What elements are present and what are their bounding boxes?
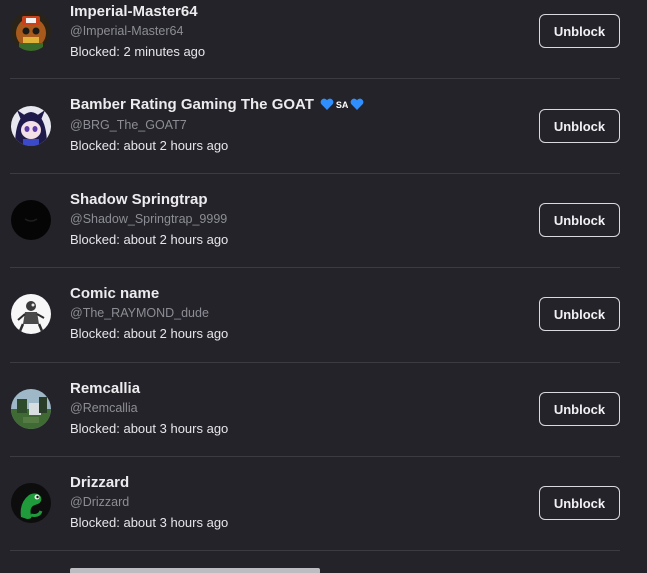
green-lizard-avatar-icon[interactable]: [11, 483, 51, 523]
blocked-user-row: Drizzard @Drizzard Blocked: about 3 hour…: [0, 457, 647, 551]
blocked-user-row: Shadow Springtrap @Shadow_Springtrap_999…: [0, 174, 647, 268]
unblock-button[interactable]: Unblock: [539, 203, 620, 237]
blocked-user-row: Imperial-Master64 @Imperial-Master64 Blo…: [0, 0, 647, 78]
blocked-time: Blocked: 2 minutes ago: [70, 44, 206, 59]
display-name[interactable]: Shadow Springtrap: [70, 191, 208, 208]
display-name[interactable]: Bamber Rating Gaming The GOAT: [70, 96, 314, 113]
username: @Drizzard: [70, 495, 130, 509]
unblock-button[interactable]: Unblock: [539, 297, 620, 331]
scrollbar[interactable]: [639, 0, 647, 573]
display-name[interactable]: Drizzard: [70, 474, 129, 491]
username: @Imperial-Master64: [70, 24, 184, 38]
blocked-time: Blocked: about 2 hours ago: [70, 138, 229, 153]
landscape-avatar-icon[interactable]: [11, 389, 51, 429]
display-name[interactable]: Imperial-Master64: [70, 3, 198, 20]
username: @Shadow_Springtrap_9999: [70, 212, 228, 226]
unblock-button[interactable]: Unblock: [539, 486, 620, 520]
blocked-time: Blocked: about 2 hours ago: [70, 232, 229, 247]
username: @Remcallia: [70, 401, 138, 415]
anime-character-avatar-icon[interactable]: [11, 106, 51, 146]
display-name-row: Bamber Rating Gaming The GOAT SA: [70, 96, 364, 113]
blocked-user-row: Comic name @The_RAYMOND_dude Blocked: ab…: [0, 268, 647, 362]
blocked-user-row: Bamber Rating Gaming The GOAT SA @BRG_Th…: [0, 79, 647, 173]
blocked-user-row: Remcallia @Remcallia Blocked: about 3 ho…: [0, 363, 647, 457]
blue-heart-icon: [320, 98, 334, 110]
display-name-cutoff: [70, 568, 320, 573]
username: @BRG_The_GOAT7: [70, 118, 187, 132]
black-avatar-icon[interactable]: [11, 200, 51, 240]
blocked-user-row-partial: [0, 551, 647, 573]
username: @The_RAYMOND_dude: [70, 306, 209, 320]
badge: SA: [320, 98, 365, 111]
blocked-time: Blocked: about 3 hours ago: [70, 421, 229, 436]
blocked-time: Blocked: about 2 hours ago: [70, 326, 229, 341]
unblock-button[interactable]: Unblock: [539, 392, 620, 426]
unblock-button[interactable]: Unblock: [539, 14, 620, 48]
display-name[interactable]: Remcallia: [70, 380, 140, 397]
orange-character-avatar-icon[interactable]: [11, 11, 51, 51]
badge-text: SA: [335, 99, 349, 110]
blocked-time: Blocked: about 3 hours ago: [70, 515, 229, 530]
display-name[interactable]: Comic name: [70, 285, 159, 302]
white-sketch-avatar-icon[interactable]: [11, 294, 51, 334]
unblock-button[interactable]: Unblock: [539, 109, 620, 143]
blue-heart-icon: [351, 98, 364, 110]
